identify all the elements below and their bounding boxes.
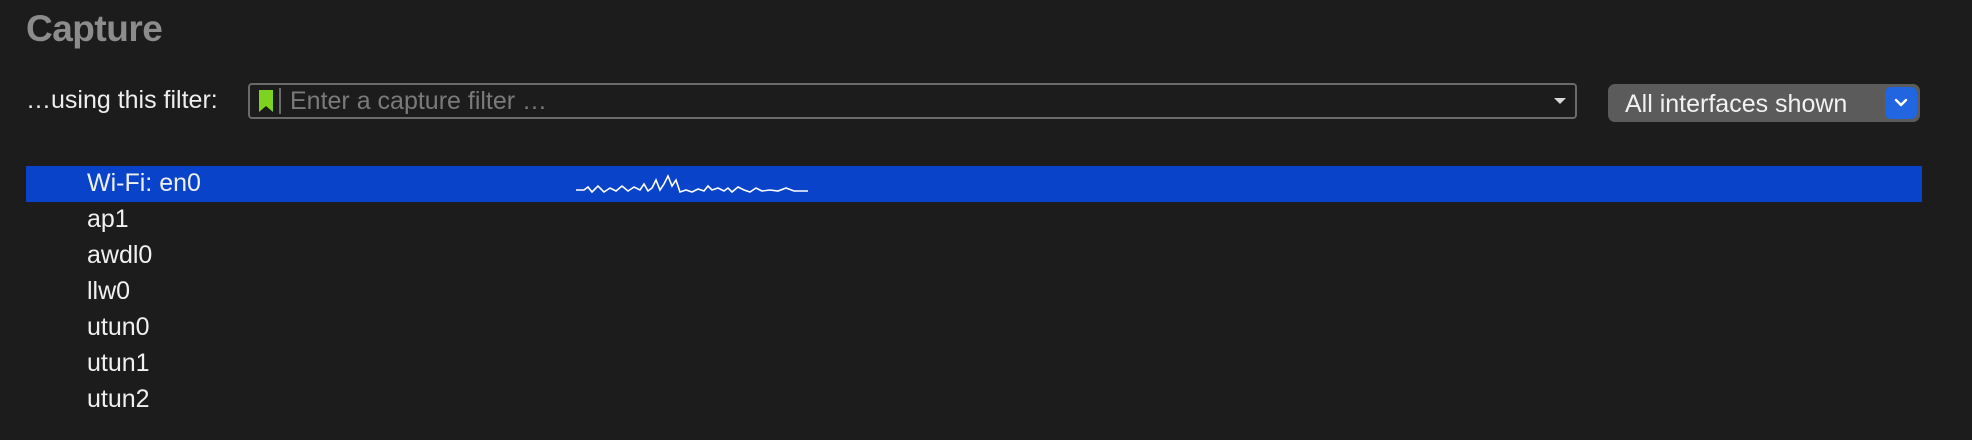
interface-name: utun2: [87, 385, 150, 413]
interface-name: ap1: [87, 205, 129, 233]
capture-panel: Capture …using this filter: All interfac…: [0, 0, 1972, 440]
section-title: Capture: [26, 8, 163, 49]
interface-row-llw0[interactable]: llw0: [26, 274, 1922, 310]
interfaces-shown-select[interactable]: All interfaces shown: [1608, 84, 1920, 122]
chevron-down-icon[interactable]: [1885, 87, 1917, 119]
interface-name: utun0: [87, 313, 150, 341]
interface-name: Wi-Fi: en0: [87, 169, 201, 197]
interface-row-ap1[interactable]: ap1: [26, 202, 1922, 238]
interface-list: Wi-Fi: en0 ap1 awdl0 llw0 utun0 utun1 ut…: [26, 166, 1922, 418]
interface-row-utun0[interactable]: utun0: [26, 310, 1922, 346]
interfaces-shown-label: All interfaces shown: [1625, 90, 1848, 118]
capture-filter-field[interactable]: [248, 83, 1577, 119]
interface-name: utun1: [87, 349, 150, 377]
bookmark-icon[interactable]: [253, 88, 281, 114]
interface-name: llw0: [87, 277, 131, 305]
interface-row-wifi-en0[interactable]: Wi-Fi: en0: [26, 166, 1922, 202]
chevron-down-icon[interactable]: [1551, 92, 1569, 110]
filter-label: …using this filter:: [26, 86, 218, 114]
traffic-sparkline: [576, 174, 808, 194]
interface-row-utun1[interactable]: utun1: [26, 346, 1922, 382]
capture-filter-input[interactable]: [286, 85, 1526, 117]
interface-name: awdl0: [87, 241, 153, 269]
interface-row-awdl0[interactable]: awdl0: [26, 238, 1922, 274]
interface-row-utun2[interactable]: utun2: [26, 382, 1922, 418]
